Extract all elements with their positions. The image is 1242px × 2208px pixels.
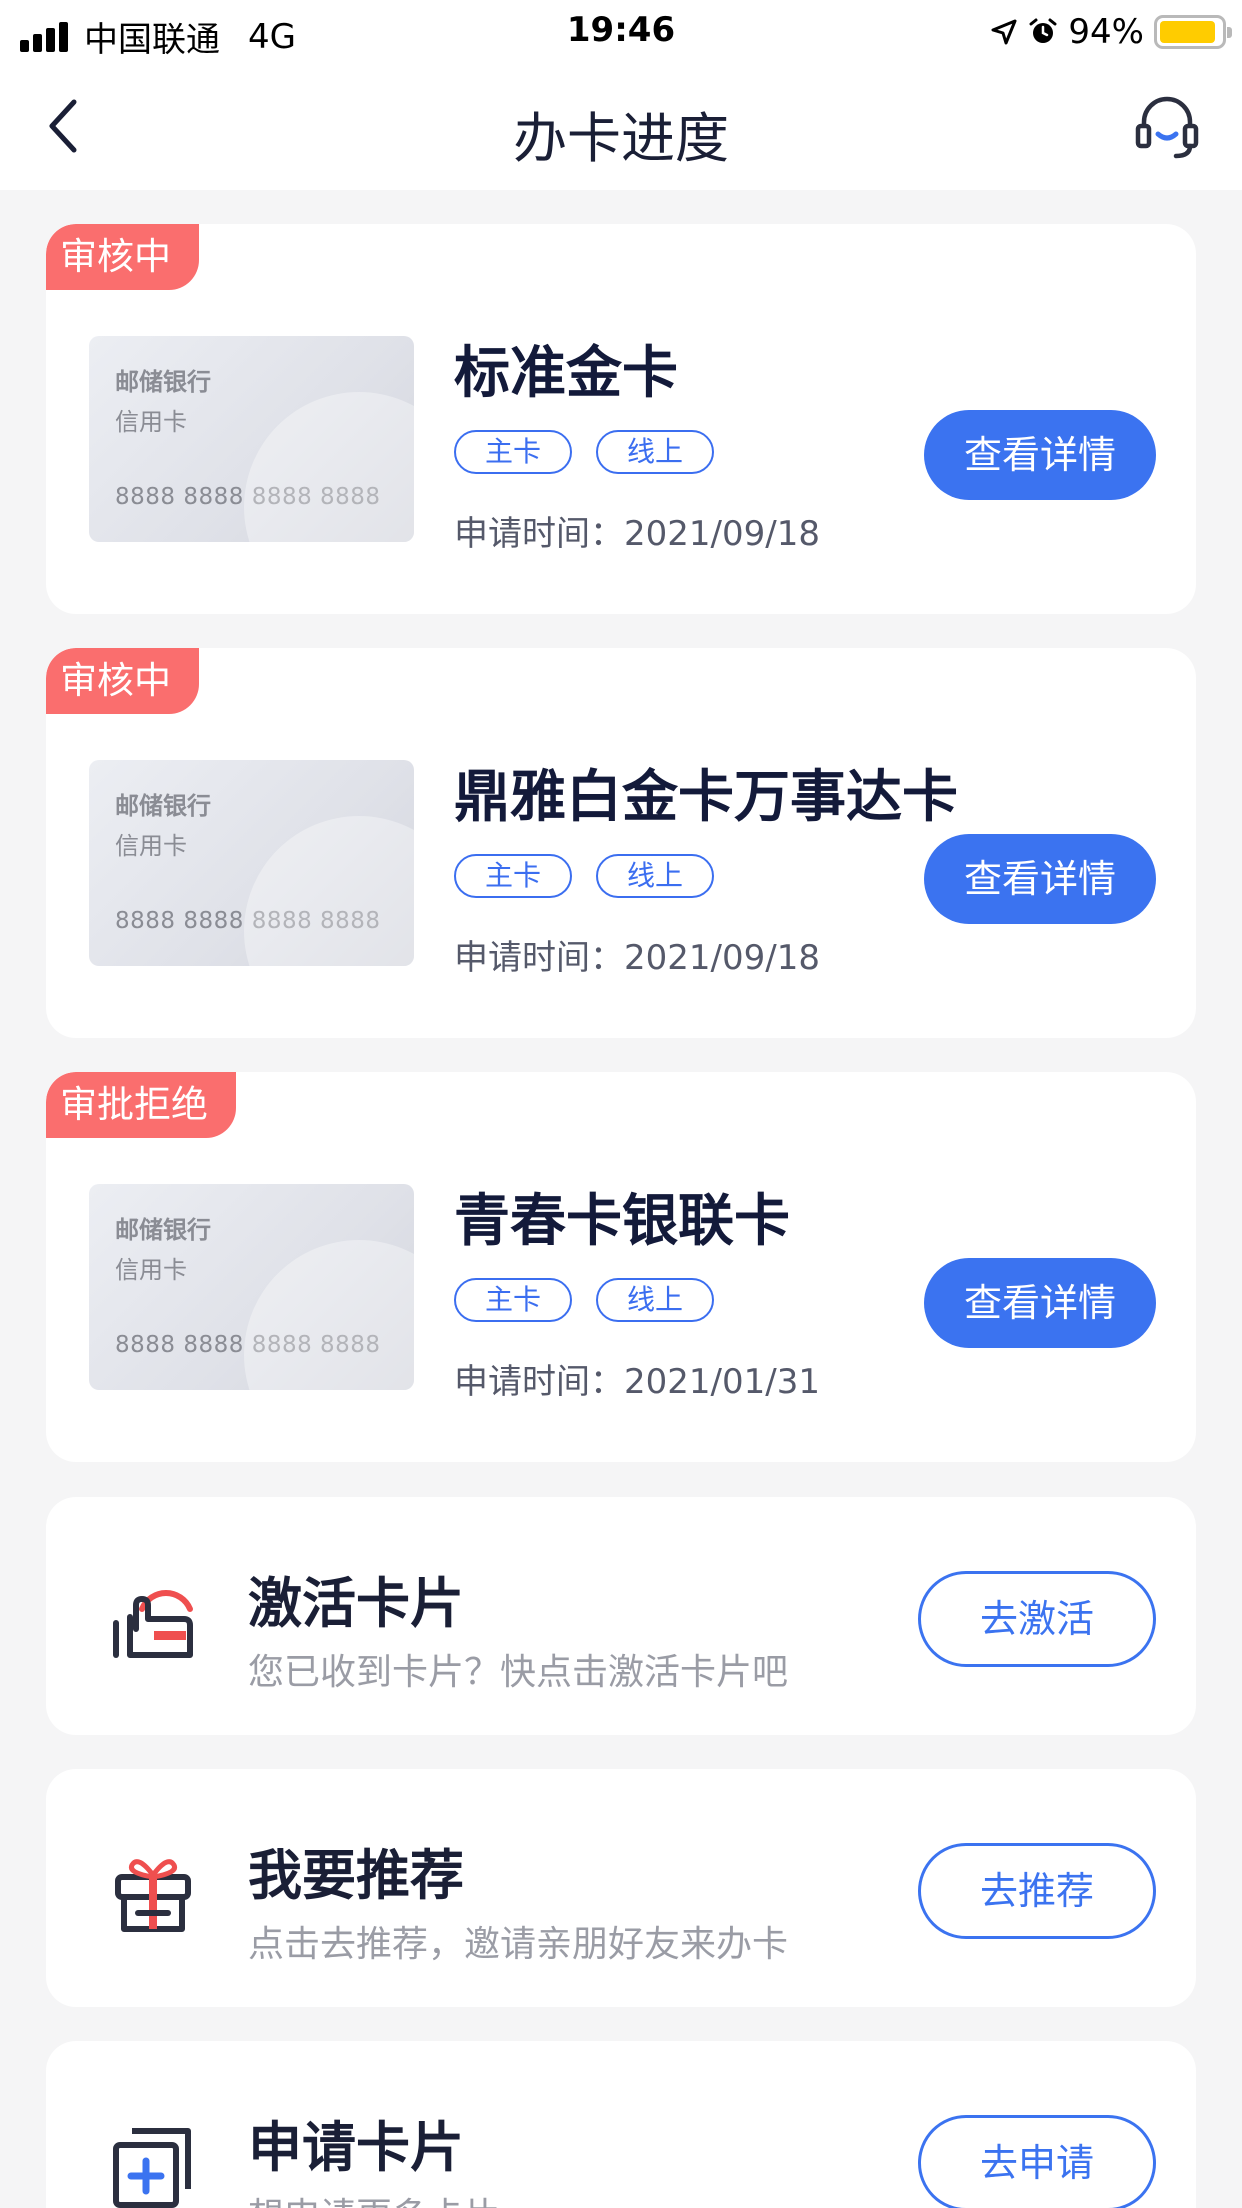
tag-online: 线上 — [596, 854, 714, 898]
tag-primary-card: 主卡 — [454, 1278, 572, 1322]
card-image-bank: 邮储银行 — [115, 368, 211, 396]
card-image-number: 8888 8888 8888 8888 — [115, 484, 381, 510]
action-description: 点击去推荐，邀请亲朋好友来办卡 — [248, 1924, 789, 1965]
status-bar-right: 94% — [990, 12, 1232, 52]
customer-service-icon[interactable] — [1132, 92, 1202, 162]
battery-percent: 94% — [1068, 12, 1144, 52]
view-details-button[interactable]: 查看详情 — [924, 1258, 1156, 1348]
tag-online: 线上 — [596, 1278, 714, 1322]
view-details-button[interactable]: 查看详情 — [924, 834, 1156, 924]
action-title: 我要推荐 — [248, 1844, 464, 1907]
application-card[interactable]: 审核中 邮储银行 信用卡 8888 8888 8888 8888 标准金卡 主卡… — [46, 224, 1196, 614]
apply-time: 申请时间：2021/09/18 — [454, 938, 820, 978]
add-card-icon — [113, 2128, 191, 2208]
apply-time: 申请时间：2021/01/31 — [454, 1362, 820, 1402]
action-title: 申请卡片 — [248, 2116, 464, 2179]
action-description: 您已收到卡片？快点击激活卡片吧 — [248, 1652, 789, 1693]
hand-card-icon — [113, 1590, 193, 1658]
credit-card-image: 邮储银行 信用卡 8888 8888 8888 8888 — [89, 1184, 414, 1390]
card-name: 标准金卡 — [454, 341, 678, 406]
card-image-type: 信用卡 — [115, 1256, 187, 1284]
action-description: 想申请更多卡片 — [248, 2187, 500, 2208]
status-badge: 审核中 — [46, 648, 199, 714]
battery-icon — [1154, 15, 1232, 49]
apply-time: 申请时间：2021/09/18 — [454, 514, 820, 554]
card-name: 鼎雅白金卡万事达卡 — [454, 765, 958, 830]
view-details-button[interactable]: 查看详情 — [924, 410, 1156, 500]
action-title: 激活卡片 — [248, 1572, 464, 1635]
credit-card-image: 邮储银行 信用卡 8888 8888 8888 8888 — [89, 760, 414, 966]
card-image-bank: 邮储银行 — [115, 1216, 211, 1244]
card-image-type: 信用卡 — [115, 832, 187, 860]
status-badge: 审核中 — [46, 224, 199, 290]
card-image-type: 信用卡 — [115, 408, 187, 436]
card-image-number: 8888 8888 8888 8888 — [115, 908, 381, 934]
tag-primary-card: 主卡 — [454, 430, 572, 474]
status-bar: 中国联通 4G 19:46 94% — [0, 0, 1242, 64]
tag-primary-card: 主卡 — [454, 854, 572, 898]
status-badge: 审批拒绝 — [46, 1072, 236, 1138]
location-arrow-icon — [991, 19, 1017, 45]
gift-icon — [115, 1859, 191, 1932]
recommend-button[interactable]: 去推荐 — [918, 1843, 1156, 1939]
application-card[interactable]: 审批拒绝 邮储银行 信用卡 8888 8888 8888 8888 青春卡银联卡… — [46, 1072, 1196, 1462]
recommend-section[interactable]: 我要推荐 点击去推荐，邀请亲朋好友来办卡 去推荐 — [46, 1769, 1196, 2007]
page-title: 办卡进度 — [513, 107, 729, 170]
alarm-icon — [1029, 18, 1057, 43]
tag-online: 线上 — [596, 430, 714, 474]
card-image-number: 8888 8888 8888 8888 — [115, 1332, 381, 1358]
card-name: 青春卡银联卡 — [454, 1189, 790, 1254]
apply-button[interactable]: 去申请 — [918, 2115, 1156, 2208]
application-card[interactable]: 审核中 邮储银行 信用卡 8888 8888 8888 8888 鼎雅白金卡万事… — [46, 648, 1196, 1038]
card-progress-page: 中国联通 4G 19:46 94% 办卡进度 审核中 邮储银行 信用卡 8888… — [0, 0, 1242, 2208]
apply-card-section[interactable]: 申请卡片 想申请更多卡片 去申请 — [46, 2041, 1196, 2208]
nav-bar: 办卡进度 — [0, 64, 1242, 190]
card-image-bank: 邮储银行 — [115, 792, 211, 820]
credit-card-image: 邮储银行 信用卡 8888 8888 8888 8888 — [89, 336, 414, 542]
activate-button[interactable]: 去激活 — [918, 1571, 1156, 1667]
activate-card-section[interactable]: 激活卡片 您已收到卡片？快点击激活卡片吧 去激活 — [46, 1497, 1196, 1735]
